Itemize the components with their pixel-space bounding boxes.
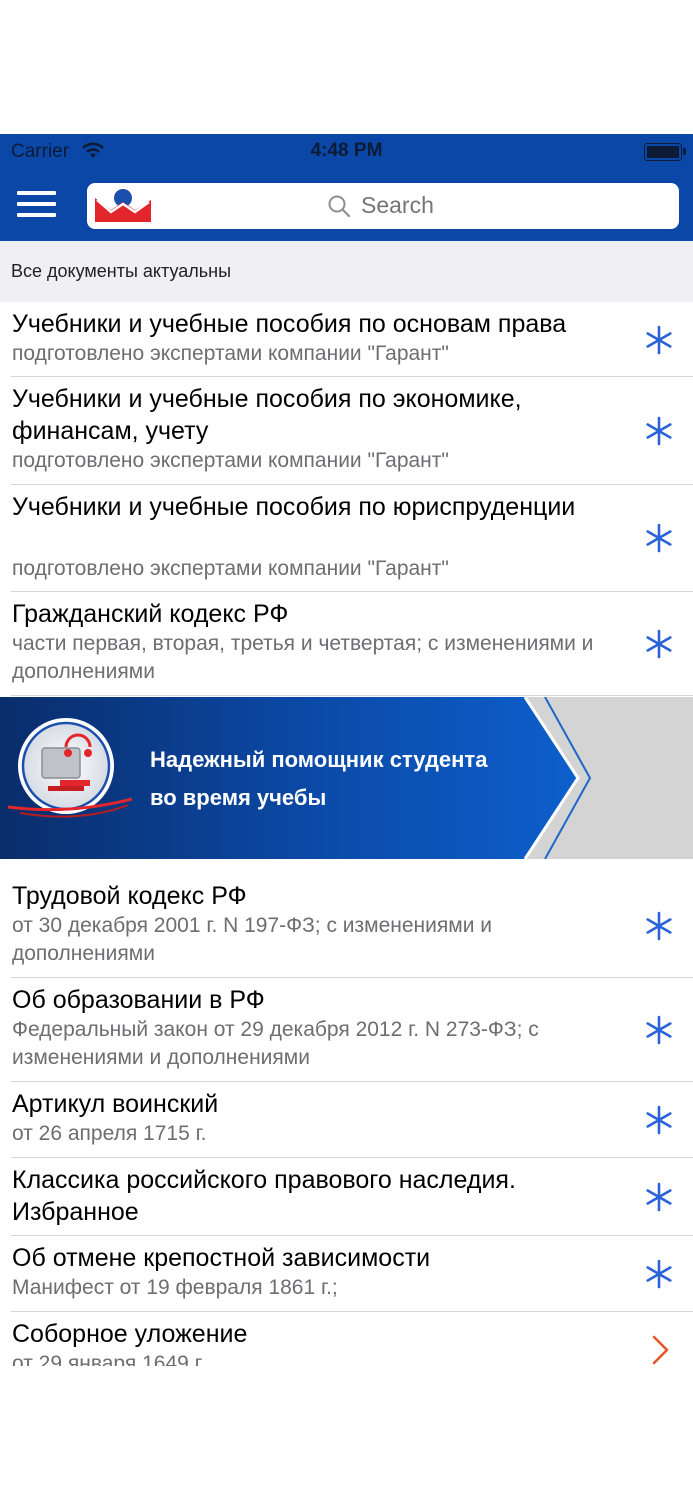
- list-item[interactable]: Учебники и учебные пособия по юриспруден…: [0, 485, 693, 592]
- item-title: Гражданский кодекс РФ: [12, 600, 289, 628]
- item-subtitle: от 26 апреля 1715 г.: [12, 1122, 207, 1145]
- asterisk-icon[interactable]: [643, 522, 675, 554]
- item-subtitle: части первая, вторая, третья и четвертая…: [12, 632, 594, 683]
- clock: 4:48 PM: [310, 140, 383, 161]
- list-item[interactable]: Соборное уложение от 29 января 1649 г.: [0, 1312, 693, 1366]
- status-bar: Carrier 4:48 PM: [0, 134, 693, 170]
- garant-logo: [95, 189, 151, 222]
- menu-icon[interactable]: [17, 189, 57, 219]
- search-bar[interactable]: [87, 183, 679, 229]
- item-title: Учебники и учебные пособия по экономике,…: [12, 385, 522, 445]
- item-subtitle: подготовлено экспертами компании "Гарант…: [12, 557, 449, 580]
- battery-icon: [644, 143, 686, 161]
- search-input[interactable]: [361, 192, 481, 219]
- list-item[interactable]: Гражданский кодекс РФ части первая, втор…: [0, 592, 693, 696]
- list-item[interactable]: Об образовании в РФ Федеральный закон от…: [0, 978, 693, 1082]
- item-subtitle: подготовлено экспертами компании "Гарант…: [12, 342, 449, 365]
- item-title: Трудовой кодекс РФ: [12, 882, 247, 910]
- item-title: Классика российского правового наследия.…: [12, 1166, 516, 1226]
- list-item[interactable]: Об отмене крепостной зависимости Манифес…: [0, 1236, 693, 1312]
- asterisk-icon[interactable]: [643, 1181, 675, 1213]
- asterisk-icon[interactable]: [643, 910, 675, 942]
- banner-text: Надежный помощник студента во время учеб…: [150, 741, 487, 817]
- item-title: Учебники и учебные пособия по юриспруден…: [12, 493, 576, 521]
- item-title: Об образовании в РФ: [12, 986, 265, 1014]
- chevron-right-icon[interactable]: [643, 1334, 675, 1366]
- item-subtitle: Федеральный закон от 29 декабря 2012 г. …: [12, 1018, 539, 1069]
- item-title: Об отмене крепостной зависимости: [12, 1244, 431, 1272]
- navigation-bar: [0, 170, 693, 241]
- item-title: Соборное уложение: [12, 1320, 248, 1348]
- promo-banner[interactable]: Надежный помощник студента во время учеб…: [0, 697, 693, 859]
- list-item[interactable]: Учебники и учебные пособия по основам пр…: [0, 302, 693, 377]
- section-header-label: Все документы актуальны: [11, 261, 232, 281]
- banner-line-1: Надежный помощник студента: [150, 747, 488, 772]
- list-item[interactable]: Трудовой кодекс РФ от 30 декабря 2001 г.…: [0, 874, 693, 978]
- asterisk-icon[interactable]: [643, 1258, 675, 1290]
- asterisk-icon[interactable]: [643, 1014, 675, 1046]
- asterisk-icon[interactable]: [643, 324, 675, 356]
- list-item[interactable]: Артикул воинский от 26 апреля 1715 г.: [0, 1082, 693, 1158]
- item-subtitle: подготовлено экспертами компании "Гарант…: [12, 449, 449, 472]
- banner-line-2: во время учебы: [150, 785, 327, 810]
- search-field-group: [327, 192, 481, 219]
- search-icon: [328, 195, 351, 217]
- asterisk-icon[interactable]: [643, 628, 675, 660]
- asterisk-icon[interactable]: [643, 1104, 675, 1136]
- item-title: Учебники и учебные пособия по основам пр…: [12, 310, 567, 338]
- item-title: Артикул воинский: [12, 1090, 219, 1118]
- item-subtitle: Манифест от 19 февраля 1861 г.;: [12, 1276, 338, 1299]
- list-item[interactable]: Классика российского правового наследия.…: [0, 1158, 693, 1236]
- asterisk-icon[interactable]: [643, 415, 675, 447]
- list-item[interactable]: Учебники и учебные пособия по экономике,…: [0, 377, 693, 485]
- item-subtitle: от 30 декабря 2001 г. N 197-ФЗ; с измене…: [12, 914, 492, 965]
- item-subtitle: от 29 января 1649 г.: [12, 1352, 206, 1366]
- section-header: Все документы актуальны: [0, 241, 693, 302]
